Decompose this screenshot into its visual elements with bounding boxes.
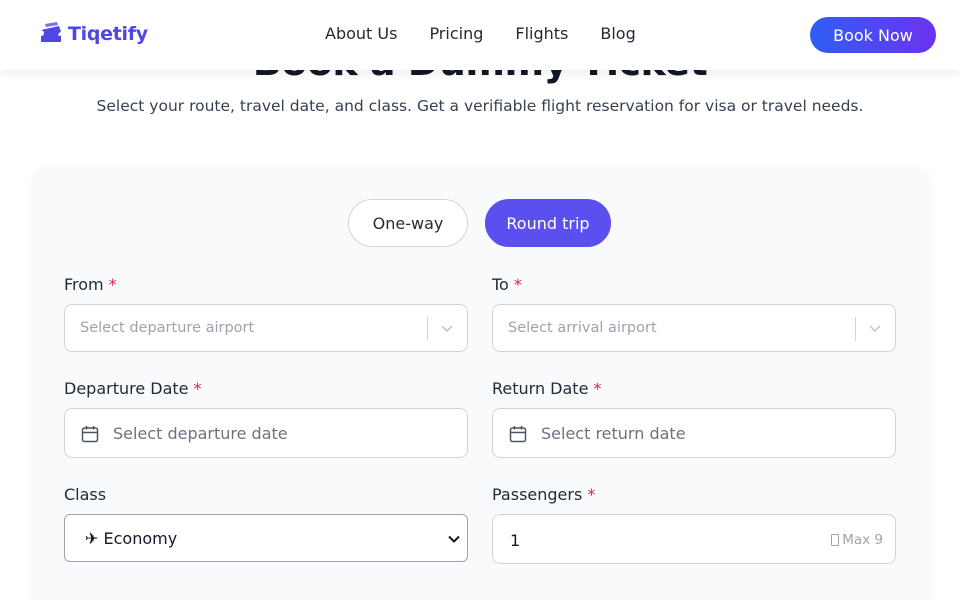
to-label: To * xyxy=(492,275,522,294)
navbar: Tiqetify About Us Pricing Flights Blog B… xyxy=(0,0,960,70)
select-separator xyxy=(427,317,428,341)
from-label: From * xyxy=(64,275,117,294)
select-separator xyxy=(855,317,856,341)
from-airport-select[interactable]: Select departure airport xyxy=(64,304,468,352)
calendar-icon xyxy=(509,426,527,443)
nav-link-flights[interactable]: Flights xyxy=(515,24,568,43)
page-subtitle: Select your route, travel date, and clas… xyxy=(96,97,864,115)
departure-date-input[interactable]: Select departure date xyxy=(64,408,468,458)
departure-date-label: Departure Date * xyxy=(64,379,202,398)
to-airport-select[interactable]: Select arrival airport xyxy=(492,304,896,352)
required-mark: * xyxy=(593,379,602,398)
class-select[interactable]: ✈ Economy xyxy=(64,514,468,562)
departure-date-label-text: Departure Date xyxy=(64,379,189,398)
return-date-label-text: Return Date xyxy=(492,379,589,398)
required-mark: * xyxy=(108,275,117,294)
to-label-text: To xyxy=(492,275,509,294)
from-label-text: From xyxy=(64,275,104,294)
info-box-icon xyxy=(831,534,840,546)
return-date-input[interactable]: Select return date xyxy=(492,408,896,458)
required-mark: * xyxy=(513,275,522,294)
nav-link-pricing[interactable]: Pricing xyxy=(429,24,483,43)
calendar-icon xyxy=(81,426,99,443)
from-airport-placeholder: Select departure airport xyxy=(80,320,255,336)
class-label: Class xyxy=(64,485,107,504)
passengers-input[interactable]: 1 Max 9 xyxy=(492,514,896,564)
departure-date-placeholder: Select departure date xyxy=(113,424,288,443)
return-date-label: Return Date * xyxy=(492,379,601,398)
passengers-label-text: Passengers xyxy=(492,485,583,504)
class-selected-value: ✈ Economy xyxy=(85,529,178,548)
trip-type-round-trip[interactable]: Round trip xyxy=(485,199,611,247)
chevron-down-icon[interactable] xyxy=(447,532,461,546)
brand-logo[interactable]: Tiqetify xyxy=(38,20,148,48)
nav-link-about[interactable]: About Us xyxy=(325,24,397,43)
required-mark: * xyxy=(587,485,596,504)
to-airport-placeholder: Select arrival airport xyxy=(508,320,657,336)
book-now-button[interactable]: Book Now xyxy=(810,17,936,53)
required-mark: * xyxy=(193,379,202,398)
passengers-label: Passengers * xyxy=(492,485,595,504)
brand-name: Tiqetify xyxy=(68,23,148,45)
passengers-hint-text: Max 9 xyxy=(842,532,883,548)
ticket-logo-icon xyxy=(41,22,61,42)
passengers-hint: Max 9 xyxy=(831,532,883,548)
trip-type-one-way[interactable]: One-way xyxy=(348,199,468,247)
chevron-down-icon[interactable] xyxy=(867,322,883,336)
chevron-down-icon[interactable] xyxy=(439,322,455,336)
nav-links: About Us Pricing Flights Blog xyxy=(325,24,636,43)
return-date-placeholder: Select return date xyxy=(541,424,686,443)
passengers-value: 1 xyxy=(510,531,521,550)
nav-link-blog[interactable]: Blog xyxy=(600,24,635,43)
